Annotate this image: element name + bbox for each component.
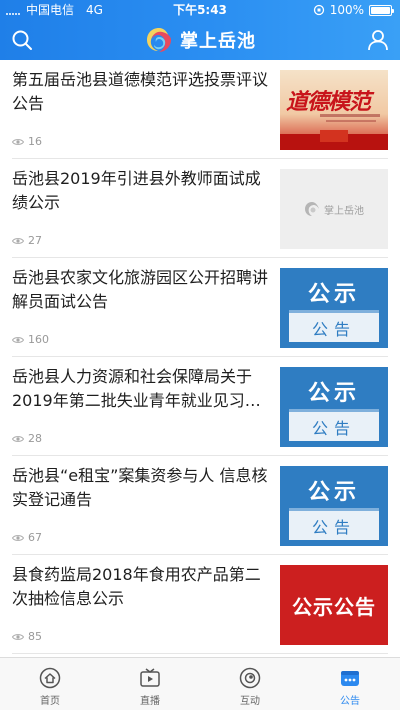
notice-card: 公示 公告	[289, 274, 379, 342]
eye-icon	[12, 633, 24, 640]
app-header: 掌上岳池	[0, 20, 400, 60]
interact-icon	[239, 667, 261, 689]
notice-top-text: 公示	[289, 373, 379, 409]
eye-icon	[12, 138, 24, 145]
battery-percent: 100%	[329, 3, 364, 17]
view-count: 28	[12, 432, 42, 445]
view-count-value: 160	[28, 333, 49, 346]
bottom-tab-bar: 首页 直播 互动 公告	[0, 657, 400, 710]
notice-card: 公示 公告	[289, 472, 379, 540]
announcement-icon	[341, 671, 359, 686]
tv-play-icon	[140, 668, 160, 687]
notice-top-text: 公示	[289, 274, 379, 310]
app-title: 掌上岳池	[180, 31, 256, 52]
news-headline: 第五届岳池县道德模范评选投票评议公告	[12, 70, 269, 113]
news-headline: 县食药监局2018年食用农产品第二次抽检信息公示	[12, 565, 261, 608]
thumbnail-gate	[320, 130, 348, 142]
view-count: 16	[12, 135, 42, 148]
news-thumbnail: 掌上岳池	[280, 169, 388, 249]
notice-band	[289, 310, 379, 313]
swirl-logo-icon	[147, 28, 171, 52]
eye-icon	[12, 336, 24, 343]
news-headline: 岳池县农家文化旅游园区公开招聘讲解员面试公告	[12, 268, 269, 311]
tab-label: 直播	[140, 696, 160, 707]
news-item[interactable]: 岳池县2019年引进县外教师面试成绩公示 27 掌上岳池	[12, 159, 388, 258]
news-thumbnail: 公示 公告	[280, 466, 388, 546]
view-count-value: 67	[28, 531, 42, 544]
tab-announcement[interactable]: 公告	[300, 658, 400, 710]
view-count: 160	[12, 333, 49, 346]
news-item[interactable]: 岳池县农家文化旅游园区公开招聘讲解员面试公告 160 公示 公告	[12, 258, 388, 357]
news-headline: 岳池县“e租宝”案集资参与人 信息核实登记通告	[12, 466, 268, 509]
view-count: 27	[12, 234, 42, 247]
thumbnail-text: 道德模范	[286, 89, 371, 115]
news-headline: 岳池县2019年引进县外教师面试成绩公示	[12, 169, 261, 212]
notice-bottom-text: 公告	[311, 419, 356, 438]
notice-bottom-text: 公告	[311, 320, 356, 339]
status-right: 100%	[313, 0, 394, 20]
thumbnail-line	[320, 114, 380, 117]
eye-icon	[12, 435, 24, 442]
news-headline: 岳池县人力资源和社会保障局关于2019年第二批失业青年就业见习…	[12, 367, 261, 410]
thumbnail-line	[326, 120, 376, 122]
placeholder-logo-icon	[305, 202, 319, 216]
view-count-value: 85	[28, 630, 42, 643]
news-list: 第五届岳池县道德模范评选投票评议公告 16 道德模范 岳池县2019年引进县外教…	[0, 60, 400, 657]
tab-label: 公告	[340, 696, 360, 707]
notice-card: 公示 公告	[289, 373, 379, 441]
view-count: 85	[12, 630, 42, 643]
news-thumbnail: 道德模范	[280, 70, 388, 150]
eye-icon	[12, 237, 24, 244]
news-thumbnail: 公示 公告	[280, 367, 388, 447]
view-count: 67	[12, 531, 42, 544]
home-icon	[39, 667, 61, 689]
orientation-lock-icon	[313, 4, 324, 16]
news-item[interactable]: 岳池县“e租宝”案集资参与人 信息核实登记通告 67 公示 公告	[12, 456, 388, 555]
user-icon[interactable]	[366, 28, 390, 52]
tab-label: 互动	[240, 696, 260, 707]
top-bar: 中国电信 4G 下午5:43 100% 掌上岳池	[0, 0, 400, 60]
status-bar: 中国电信 4G 下午5:43 100%	[0, 0, 400, 20]
brand: 掌上岳池	[0, 20, 400, 60]
view-count-value: 28	[28, 432, 42, 445]
tab-label: 首页	[40, 696, 60, 707]
view-count-value: 16	[28, 135, 42, 148]
notice-band	[289, 508, 379, 511]
notice-bottom-text: 公告	[311, 518, 356, 537]
news-thumbnail: 公示公告	[280, 565, 388, 645]
tab-home[interactable]: 首页	[0, 658, 100, 710]
news-item[interactable]: 第五届岳池县道德模范评选投票评议公告 16 道德模范	[12, 60, 388, 159]
view-count-value: 27	[28, 234, 42, 247]
notice-top-text: 公示	[289, 472, 379, 508]
news-item[interactable]: 岳池县人力资源和社会保障局关于2019年第二批失业青年就业见习… 28 公示 公…	[12, 357, 388, 456]
battery-icon	[369, 4, 394, 16]
news-item[interactable]: 县食药监局2018年食用农产品第二次抽检信息公示 85 公示公告	[12, 555, 388, 654]
notice-band	[289, 409, 379, 412]
tab-live[interactable]: 直播	[100, 658, 200, 710]
tab-interact[interactable]: 互动	[200, 658, 300, 710]
thumbnail-text: 公示公告	[292, 594, 376, 619]
news-thumbnail: 公示 公告	[280, 268, 388, 348]
eye-icon	[12, 534, 24, 541]
placeholder-text: 掌上岳池	[324, 205, 364, 217]
